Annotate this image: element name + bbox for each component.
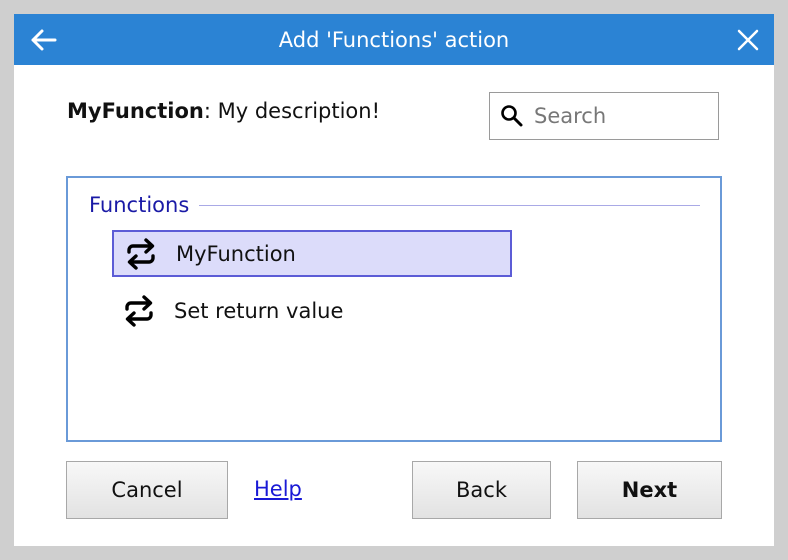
- group-label: Functions: [89, 193, 190, 217]
- description-text: : My description!: [203, 99, 381, 123]
- search-icon: [500, 103, 526, 129]
- help-link[interactable]: Help: [254, 477, 302, 501]
- dialog-title: Add 'Functions' action: [278, 28, 510, 52]
- list-item-label: Set return value: [174, 298, 344, 323]
- dialog-titlebar: Add 'Functions' action: [14, 14, 774, 65]
- group-divider: [199, 204, 700, 206]
- close-button[interactable]: [734, 26, 762, 54]
- action-description: MyFunction: My description!: [67, 98, 380, 124]
- back-button[interactable]: Back: [412, 461, 551, 519]
- cancel-button[interactable]: Cancel: [66, 461, 228, 519]
- add-action-dialog: Add 'Functions' action MyFunction: My de…: [14, 14, 774, 546]
- list-item-label: MyFunction: [176, 241, 296, 266]
- list-item-set-return-value[interactable]: Set return value: [112, 287, 512, 334]
- next-button[interactable]: Next: [577, 461, 722, 519]
- search-input[interactable]: [532, 103, 716, 129]
- description-name: MyFunction: [67, 99, 204, 123]
- actions-list[interactable]: Functions MyFunction Set return value: [66, 176, 722, 442]
- repeat-arrows-icon: [124, 237, 158, 271]
- group-header-functions: Functions: [89, 190, 700, 220]
- repeat-arrows-icon: [122, 294, 156, 328]
- close-icon: [737, 29, 759, 51]
- search-box[interactable]: [489, 92, 719, 140]
- list-item-myfunction[interactable]: MyFunction: [112, 230, 512, 277]
